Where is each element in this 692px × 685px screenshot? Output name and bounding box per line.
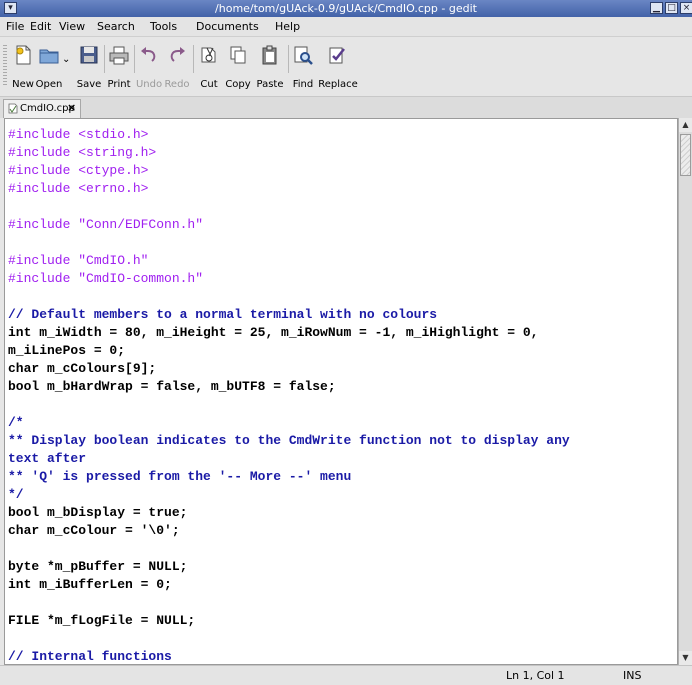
code-line: // Internal functions bbox=[8, 649, 172, 664]
scroll-down-arrow-icon[interactable]: ▼ bbox=[679, 651, 692, 665]
code-line: #include "CmdIO.h" bbox=[8, 253, 149, 268]
find-button[interactable]: Find bbox=[287, 37, 319, 97]
save-label: Save bbox=[76, 79, 102, 90]
menu-edit[interactable]: Edit bbox=[30, 20, 51, 33]
code-line: byte *m_pBuffer = NULL; bbox=[8, 559, 188, 574]
code-view[interactable]: #include <stdio.h> #include <string.h> #in… bbox=[8, 126, 570, 664]
code-line: int m_iBufferLen = 0; bbox=[8, 577, 172, 592]
code-line: /* bbox=[8, 415, 24, 430]
vertical-scrollbar[interactable]: ▲ ▼ bbox=[678, 118, 692, 665]
redo-label: Redo bbox=[164, 79, 190, 90]
code-line: #include "Conn/EDFConn.h" bbox=[8, 217, 204, 232]
title-bar: ▾ /home/tom/gUAck-0.9/gUAck/CmdIO.cpp - … bbox=[0, 0, 692, 17]
close-window-icon[interactable]: × bbox=[680, 2, 692, 14]
clipboard-icon bbox=[262, 45, 277, 65]
document-tabs: CmdIO.cpp × bbox=[0, 97, 692, 118]
toolbar: New Open ⌄ Save Print Undo Redo Cut Copy… bbox=[0, 37, 692, 97]
menu-help[interactable]: Help bbox=[275, 20, 300, 33]
minimize-icon[interactable]: ▁ bbox=[650, 2, 663, 14]
open-dropdown-button[interactable]: ⌄ bbox=[60, 37, 74, 97]
code-line: ** 'Q' is pressed from the '-- More --' … bbox=[8, 469, 352, 484]
print-button[interactable]: Print bbox=[104, 37, 134, 97]
redo-arrow-icon bbox=[170, 47, 185, 62]
code-line: #include <string.h> bbox=[8, 145, 157, 160]
menu-tools[interactable]: Tools bbox=[150, 20, 177, 33]
paste-button[interactable]: Paste bbox=[254, 37, 286, 97]
copy-pages-icon bbox=[230, 46, 246, 64]
menu-bar: File Edit View Search Tools Documents He… bbox=[0, 17, 692, 37]
replace-button[interactable]: Replace bbox=[316, 37, 360, 97]
cursor-position: Ln 1, Col 1 bbox=[506, 669, 565, 682]
code-line: ** Display boolean indicates to the CmdW… bbox=[8, 433, 570, 448]
new-button[interactable]: New bbox=[10, 37, 36, 97]
menu-view[interactable]: View bbox=[59, 20, 85, 33]
find-label: Find bbox=[292, 79, 314, 90]
undo-label: Undo bbox=[135, 79, 163, 90]
paste-label: Paste bbox=[256, 79, 284, 90]
code-line: #include <errno.h> bbox=[8, 181, 149, 196]
new-document-icon bbox=[16, 45, 31, 65]
menu-search[interactable]: Search bbox=[97, 20, 135, 33]
toolbar-grip[interactable] bbox=[3, 45, 7, 85]
code-line: // Default members to a normal terminal … bbox=[8, 307, 438, 322]
insert-mode-indicator: INS bbox=[623, 669, 642, 682]
code-line: text after bbox=[8, 451, 87, 466]
printer-icon bbox=[109, 46, 129, 65]
code-line: #include "CmdIO-common.h" bbox=[8, 271, 204, 286]
code-line: #include <ctype.h> bbox=[8, 163, 149, 178]
undo-arrow-icon bbox=[141, 47, 156, 62]
find-magnifier-icon bbox=[294, 46, 313, 65]
cut-label: Cut bbox=[200, 79, 218, 90]
menu-documents[interactable]: Documents bbox=[196, 20, 259, 33]
save-button[interactable]: Save bbox=[74, 37, 104, 97]
scissors-icon bbox=[201, 47, 216, 63]
scroll-up-arrow-icon[interactable]: ▲ bbox=[679, 118, 692, 132]
save-floppy-icon bbox=[80, 46, 98, 64]
new-label: New bbox=[12, 79, 34, 90]
print-label: Print bbox=[107, 79, 131, 90]
close-tab-icon[interactable]: × bbox=[67, 101, 76, 114]
code-line: */ bbox=[8, 487, 24, 502]
code-line: bool m_bHardWrap = false, m_bUTF8 = fals… bbox=[8, 379, 336, 394]
menu-file[interactable]: File bbox=[6, 20, 24, 33]
tab-cmdio-cpp[interactable]: CmdIO.cpp × bbox=[3, 99, 81, 118]
copy-label: Copy bbox=[225, 79, 251, 90]
maximize-icon[interactable]: □ bbox=[665, 2, 678, 14]
document-icon bbox=[8, 103, 18, 114]
window-title: /home/tom/gUAck-0.9/gUAck/CmdIO.cpp - ge… bbox=[215, 2, 477, 15]
code-line: FILE *m_fLogFile = NULL; bbox=[8, 613, 196, 628]
copy-button[interactable]: Copy bbox=[223, 37, 253, 97]
code-line: m_iLinePos = 0; bbox=[8, 343, 126, 358]
undo-button[interactable]: Undo bbox=[134, 37, 164, 97]
code-line: bool m_bDisplay = true; bbox=[8, 505, 188, 520]
code-line: int m_iWidth = 80, m_iHeight = 25, m_iRo… bbox=[8, 325, 539, 340]
replace-label: Replace bbox=[318, 79, 358, 90]
replace-icon bbox=[329, 47, 345, 64]
code-line: char m_cColours[9]; bbox=[8, 361, 157, 376]
text-editor[interactable]: #include <stdio.h> #include <string.h> #in… bbox=[4, 118, 678, 665]
status-bar: Ln 1, Col 1 INS bbox=[0, 665, 692, 685]
code-line: #include <stdio.h> bbox=[8, 127, 149, 142]
redo-button[interactable]: Redo bbox=[162, 37, 192, 97]
scrollbar-thumb[interactable] bbox=[680, 134, 691, 176]
open-folder-icon bbox=[39, 49, 59, 64]
chevron-down-icon: ⌄ bbox=[62, 54, 71, 65]
cut-button[interactable]: Cut bbox=[194, 37, 224, 97]
code-line: char m_cColour = '\0'; bbox=[8, 523, 180, 538]
